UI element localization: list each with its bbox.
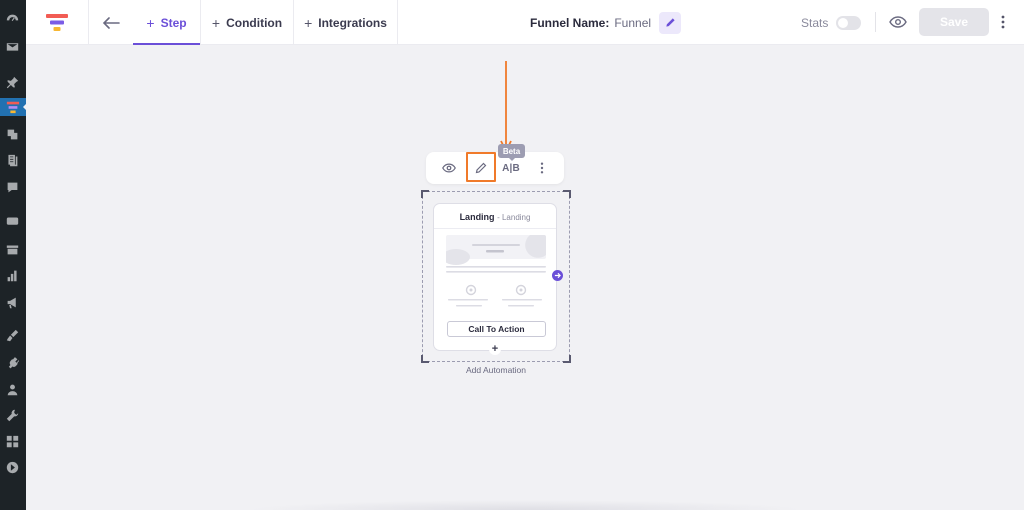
stats-label: Stats <box>801 15 829 30</box>
ab-test-label: A|B <box>502 162 520 174</box>
arrow-left-icon <box>102 16 120 29</box>
mail-icon[interactable] <box>5 39 19 53</box>
funnel-name: Funnel Name: Funnel <box>530 0 682 45</box>
stats-toggle[interactable] <box>836 15 862 30</box>
back-button[interactable] <box>89 0 133 45</box>
call-to-action-button[interactable]: Call To Action <box>447 321 546 337</box>
kebab-menu-icon <box>540 162 544 174</box>
add-automation-link[interactable]: Add Automation <box>446 365 546 375</box>
media-icon[interactable] <box>5 127 19 141</box>
edit-funnel-name-button[interactable] <box>659 11 682 34</box>
woo-icon[interactable] <box>5 214 19 228</box>
funnel-builder-header: + Step + Condition + Integrations Funnel… <box>26 0 1024 45</box>
beta-badge: Beta <box>498 144 525 161</box>
preview-button[interactable] <box>887 12 909 32</box>
node-title-text: Landing <box>459 212 495 222</box>
tab-integrations[interactable]: + Integrations <box>293 0 398 45</box>
frame-corner <box>563 355 571 363</box>
eye-icon <box>889 16 907 28</box>
tab-integrations-label: Integrations <box>318 15 387 30</box>
edit-highlight-box <box>466 152 496 182</box>
plus-icon: + <box>211 14 221 31</box>
more-options-button[interactable] <box>996 12 1010 32</box>
tab-step[interactable]: + Step <box>133 0 200 45</box>
kebab-menu-icon <box>1001 15 1005 29</box>
landing-step-node[interactable]: Landing - Landing Call To Action <box>433 203 557 351</box>
node-divider <box>434 228 556 229</box>
tools-icon[interactable] <box>5 408 19 422</box>
node-title: Landing - Landing <box>434 212 556 222</box>
header-divider <box>875 12 876 32</box>
tab-step-label: Step <box>160 15 187 30</box>
funnel-logo-icon <box>46 13 68 31</box>
tab-condition-label: Condition <box>226 15 283 30</box>
appearance-icon[interactable] <box>5 328 19 342</box>
stats-control: Stats <box>801 0 862 45</box>
frame-corner <box>563 190 571 198</box>
eye-icon <box>442 163 456 173</box>
pencil-icon <box>665 18 675 27</box>
pin-icon[interactable] <box>5 75 19 89</box>
ab-test-button[interactable]: A|B <box>500 158 522 178</box>
arrow-right-icon <box>554 272 561 279</box>
add-automation-plus-icon[interactable]: + <box>489 343 501 355</box>
plus-icon: + <box>304 14 313 31</box>
analytics-icon[interactable] <box>5 268 19 282</box>
products-icon[interactable] <box>5 242 19 256</box>
funnel-name-value: Funnel <box>614 15 652 30</box>
node-output-connector[interactable] <box>552 270 563 281</box>
dashboard-icon[interactable] <box>5 12 19 26</box>
node-more-button[interactable] <box>532 158 552 178</box>
wp-admin-sidebar <box>0 0 27 510</box>
funnel-name-label: Funnel Name: <box>530 15 610 30</box>
plugins-icon[interactable] <box>5 355 19 369</box>
frame-corner <box>421 355 429 363</box>
page-wireframe-icon <box>446 235 546 307</box>
comments-icon[interactable] <box>5 180 19 194</box>
node-toolbar: A|B <box>426 152 564 184</box>
funnel-canvas[interactable]: A|B Beta Landing - Landing Call To Actio… <box>26 45 1024 510</box>
node-subtitle-text: - Landing <box>497 213 531 222</box>
canvas-bottom-shadow <box>246 500 806 510</box>
users-icon[interactable] <box>5 382 19 396</box>
node-preview-button[interactable] <box>439 158 459 178</box>
plugin-logo[interactable] <box>26 0 89 45</box>
settings-icon[interactable] <box>5 434 19 448</box>
annotation-arrow-icon <box>500 61 512 153</box>
frame-corner <box>421 190 429 198</box>
collapse-menu-icon[interactable] <box>5 460 19 474</box>
plus-icon: + <box>146 14 155 31</box>
marketing-icon[interactable] <box>5 295 19 309</box>
tab-condition[interactable]: + Condition <box>200 0 293 45</box>
save-button[interactable]: Save <box>919 8 989 36</box>
pages-icon[interactable] <box>5 153 19 167</box>
